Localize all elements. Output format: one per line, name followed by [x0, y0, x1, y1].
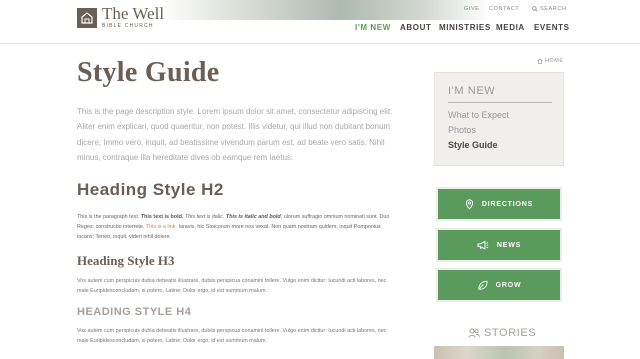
page-description: This is the page description style. Lore… [77, 107, 393, 162]
paragraph-lead: This is the paragraph text. [77, 214, 141, 220]
heading-h2: Heading Style H2 [77, 180, 224, 199]
header-hero-image [160, 0, 490, 20]
sample-link[interactable]: This is a link. [146, 224, 177, 230]
sidebar-im-new: I'M NEW What to Expect Photos Style Guid… [434, 72, 564, 166]
home-icon [537, 58, 543, 64]
news-button[interactable]: NEWS [436, 228, 562, 262]
contact-link[interactable]: CONTACT [489, 6, 519, 12]
nav-about[interactable]: ABOUT [400, 23, 431, 32]
church-logo-icon [77, 7, 97, 28]
leaf-icon [477, 280, 488, 290]
logo-name: The Well [102, 4, 165, 23]
site-logo[interactable]: The Well BIBLE CHURCH [77, 4, 165, 29]
map-pin-icon [465, 198, 474, 210]
sidebar-item-what-to-expect[interactable]: What to Expect [448, 110, 509, 120]
page-title: Style Guide [77, 57, 220, 88]
bold-italic-text: This is italic and bold [225, 214, 281, 220]
breadcrumb[interactable]: HOME [537, 58, 564, 64]
sidebar-title: I'M NEW [448, 85, 496, 97]
sidebar-divider [448, 102, 552, 103]
breadcrumb-home: HOME [545, 58, 564, 64]
megaphone-icon [477, 240, 489, 250]
nav-events[interactable]: EVENTS [534, 23, 570, 32]
stories-heading: STORIES [468, 327, 536, 339]
nav-ministries[interactable]: MINISTRIES [439, 23, 491, 32]
search-label: SEARCH [540, 6, 567, 12]
h4-paragraph: Vos autem cum perspicuis dubia debeatis … [77, 328, 387, 344]
sidebar-item-style-guide[interactable]: Style Guide [448, 140, 498, 150]
people-icon [468, 328, 480, 338]
logo-subtitle: BIBLE CHURCH [102, 23, 154, 29]
heading-h4: HEADING STYLE H4 [77, 306, 192, 318]
nav-im-new[interactable]: I'M NEW [355, 23, 391, 32]
site-header: The Well BIBLE CHURCH GIVE CONTACT SEARC… [0, 0, 640, 44]
search-link[interactable]: SEARCH [532, 6, 567, 12]
bold-text: This text is bold. [140, 214, 184, 220]
italic-text: This text is italic. [183, 214, 226, 220]
h3-paragraph: Vos autem cum perspicuis dubia debeatis … [77, 278, 387, 294]
stories-image[interactable] [434, 346, 564, 359]
directions-button[interactable]: DIRECTIONS [436, 187, 562, 221]
news-label: NEWS [496, 241, 522, 249]
search-icon [532, 6, 538, 12]
stories-label: STORIES [484, 327, 537, 339]
heading-h3: Heading Style H3 [77, 253, 175, 268]
give-link[interactable]: GIVE [464, 6, 480, 12]
sidebar-item-photos[interactable]: Photos [448, 125, 476, 135]
nav-media[interactable]: MEDIA [496, 23, 525, 32]
grow-button[interactable]: GROW [436, 268, 562, 302]
grow-label: GROW [495, 281, 522, 289]
paragraph-sample: This is the paragraph text. This text is… [77, 212, 397, 242]
directions-label: DIRECTIONS [481, 200, 534, 208]
